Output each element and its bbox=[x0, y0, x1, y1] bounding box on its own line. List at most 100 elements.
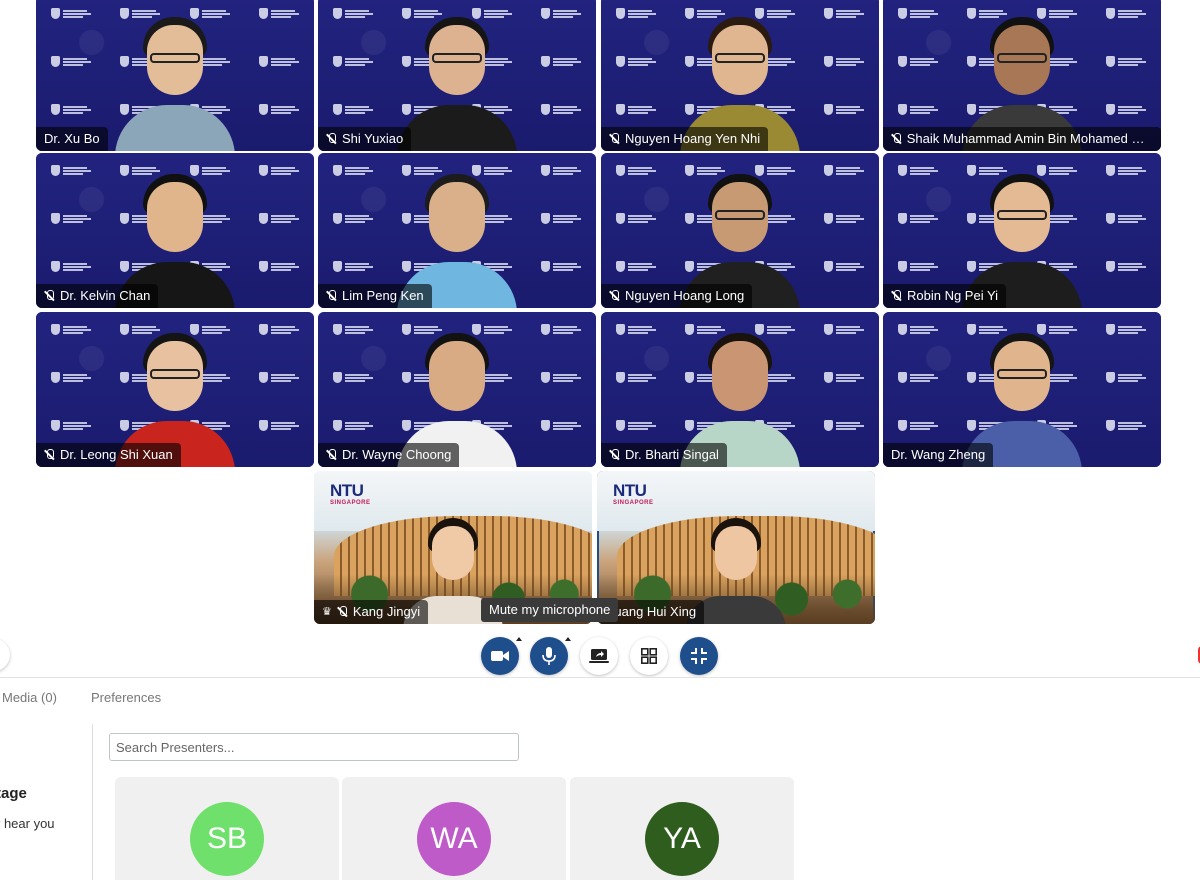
ntu-backdrop-logo bbox=[259, 213, 300, 224]
ntu-backdrop-logo bbox=[615, 420, 656, 431]
avatar: SB bbox=[190, 802, 264, 876]
camera-options-caret[interactable] bbox=[513, 633, 525, 645]
ntu-backdrop-logo bbox=[824, 165, 865, 176]
participant-name-tag: Robin Ng Pei Yi bbox=[883, 284, 1007, 308]
video-tile[interactable]: Dr. Bharti Singal bbox=[601, 312, 879, 467]
participant-name-tag: Dr. Wayne Choong bbox=[318, 443, 460, 467]
ntu-backdrop-logo bbox=[541, 165, 582, 176]
share-screen-button[interactable] bbox=[580, 637, 618, 675]
participant-name: Dr. Xu Bo bbox=[44, 131, 100, 146]
tab-preferences[interactable]: Preferences bbox=[91, 690, 161, 705]
participant-name-tag: Dr. Kelvin Chan bbox=[36, 284, 159, 308]
presenter-card[interactable]: WA bbox=[342, 777, 566, 880]
video-tile[interactable]: Shi Yuxiao bbox=[318, 0, 596, 151]
grid-view-button[interactable] bbox=[630, 637, 668, 675]
ntu-backdrop-logo bbox=[50, 104, 91, 115]
microphone-muted-icon bbox=[44, 449, 55, 461]
ntu-backdrop-logo bbox=[824, 420, 865, 431]
video-tile[interactable]: Nguyen Hoang Long bbox=[601, 153, 879, 308]
participant-name-tag: Dr. Bharti Singal bbox=[601, 443, 727, 467]
participant-name: Dr. Bharti Singal bbox=[625, 447, 719, 462]
microphone-muted-icon bbox=[609, 133, 620, 145]
video-tile[interactable]: Nguyen Hoang Yen Nhi bbox=[601, 0, 879, 151]
ntu-backdrop-logo bbox=[259, 420, 300, 431]
ntu-backdrop-logo bbox=[897, 324, 938, 335]
participant-name-tag: ♛ Kang Jingyi bbox=[314, 600, 429, 624]
ntu-backdrop-logo bbox=[332, 56, 373, 67]
ntu-backdrop-logo bbox=[332, 213, 373, 224]
ntu-backdrop-logo bbox=[50, 372, 91, 383]
video-tile[interactable]: Dr. Kelvin Chan bbox=[36, 153, 314, 308]
ntu-backdrop-logo bbox=[50, 324, 91, 335]
ntu-backdrop-logo bbox=[615, 261, 656, 272]
ntu-backdrop-logo bbox=[50, 213, 91, 224]
ntu-backdrop-logo bbox=[615, 104, 656, 115]
video-tile[interactable]: Dr. Wang Zheng bbox=[883, 312, 1161, 467]
ntu-backdrop-logo bbox=[50, 8, 91, 19]
ntu-backdrop-logo bbox=[259, 104, 300, 115]
ntu-backdrop-logo bbox=[541, 8, 582, 19]
participant-name: Lim Peng Ken bbox=[342, 288, 424, 303]
participant-name: Nguyen Hoang Long bbox=[625, 288, 745, 303]
video-tile[interactable]: Dr. Leong Shi Xuan bbox=[36, 312, 314, 467]
presenter-card[interactable]: SB bbox=[115, 777, 339, 880]
ntu-backdrop-logo bbox=[1106, 56, 1147, 67]
ntu-backdrop-logo bbox=[1106, 213, 1147, 224]
microphone-muted-icon bbox=[609, 290, 620, 302]
ntu-backdrop-logo bbox=[897, 104, 938, 115]
microphone-muted-icon bbox=[891, 133, 902, 145]
camera-button[interactable] bbox=[481, 633, 525, 675]
participant-name: Nguyen Hoang Yen Nhi bbox=[625, 131, 761, 146]
ntu-backdrop-logo bbox=[1106, 372, 1147, 383]
participant-name-tag: Dr. Xu Bo bbox=[36, 127, 108, 151]
bottom-panel: Media (0) Preferences tage r hear you SB… bbox=[0, 677, 1200, 880]
video-tile[interactable]: Shaik Muhammad Amin Bin Mohamed Ba... bbox=[883, 0, 1161, 151]
microphone-muted-icon bbox=[44, 290, 55, 302]
ntu-backdrop-logo bbox=[332, 420, 373, 431]
presenter-card[interactable]: YA bbox=[570, 777, 794, 880]
ntu-backdrop-logo bbox=[541, 56, 582, 67]
tab-media[interactable]: Media (0) bbox=[2, 690, 57, 705]
ntu-logo: NTU bbox=[613, 481, 647, 500]
video-tile[interactable]: Lim Peng Ken bbox=[318, 153, 596, 308]
grid-icon bbox=[641, 648, 657, 664]
ntu-backdrop-logo bbox=[332, 261, 373, 272]
share-screen-icon bbox=[589, 649, 609, 663]
side-panel-toggle-button[interactable] bbox=[0, 638, 10, 672]
video-tile-active-speaker[interactable]: NTU SINGAPORE Huang Hui Xing bbox=[597, 471, 875, 624]
participant-name-tag: Nguyen Hoang Long bbox=[601, 284, 753, 308]
ntu-backdrop-logo bbox=[897, 8, 938, 19]
ntu-backdrop-logo bbox=[259, 372, 300, 383]
microphone-icon bbox=[542, 647, 556, 665]
video-tile[interactable]: Dr. Wayne Choong bbox=[318, 312, 596, 467]
microphone-muted-icon bbox=[337, 606, 348, 618]
microphone-options-caret[interactable] bbox=[562, 633, 574, 645]
ntu-backdrop-logo bbox=[332, 324, 373, 335]
microphone-muted-icon bbox=[326, 449, 337, 461]
ntu-backdrop-logo bbox=[824, 261, 865, 272]
ntu-backdrop-logo bbox=[615, 8, 656, 19]
ntu-backdrop-logo bbox=[541, 104, 582, 115]
participant-name: Dr. Wayne Choong bbox=[342, 447, 452, 462]
ntu-backdrop-logo bbox=[541, 261, 582, 272]
participant-name-tag: Shi Yuxiao bbox=[318, 127, 412, 151]
ntu-backdrop-logo bbox=[897, 213, 938, 224]
video-tile[interactable]: Dr. Xu Bo bbox=[36, 0, 314, 151]
ntu-backdrop-logo bbox=[259, 165, 300, 176]
stage-section-description: r hear you bbox=[0, 816, 55, 831]
ntu-backdrop-logo bbox=[1106, 165, 1147, 176]
participant-name: Robin Ng Pei Yi bbox=[907, 288, 999, 303]
camera-icon bbox=[491, 651, 509, 661]
microphone-muted-icon bbox=[326, 290, 337, 302]
microphone-muted-icon bbox=[891, 290, 902, 302]
ntu-backdrop-logo bbox=[1106, 8, 1147, 19]
ntu-backdrop-logo bbox=[332, 165, 373, 176]
ntu-backdrop-logo bbox=[615, 165, 656, 176]
ntu-backdrop-logo bbox=[1106, 104, 1147, 115]
search-presenters-input[interactable] bbox=[109, 733, 519, 761]
microphone-button[interactable] bbox=[530, 633, 574, 675]
ntu-backdrop-logo bbox=[897, 165, 938, 176]
video-tile[interactable]: Robin Ng Pei Yi bbox=[883, 153, 1161, 308]
ntu-backdrop-logo bbox=[824, 56, 865, 67]
exit-fullscreen-button[interactable] bbox=[680, 637, 718, 675]
